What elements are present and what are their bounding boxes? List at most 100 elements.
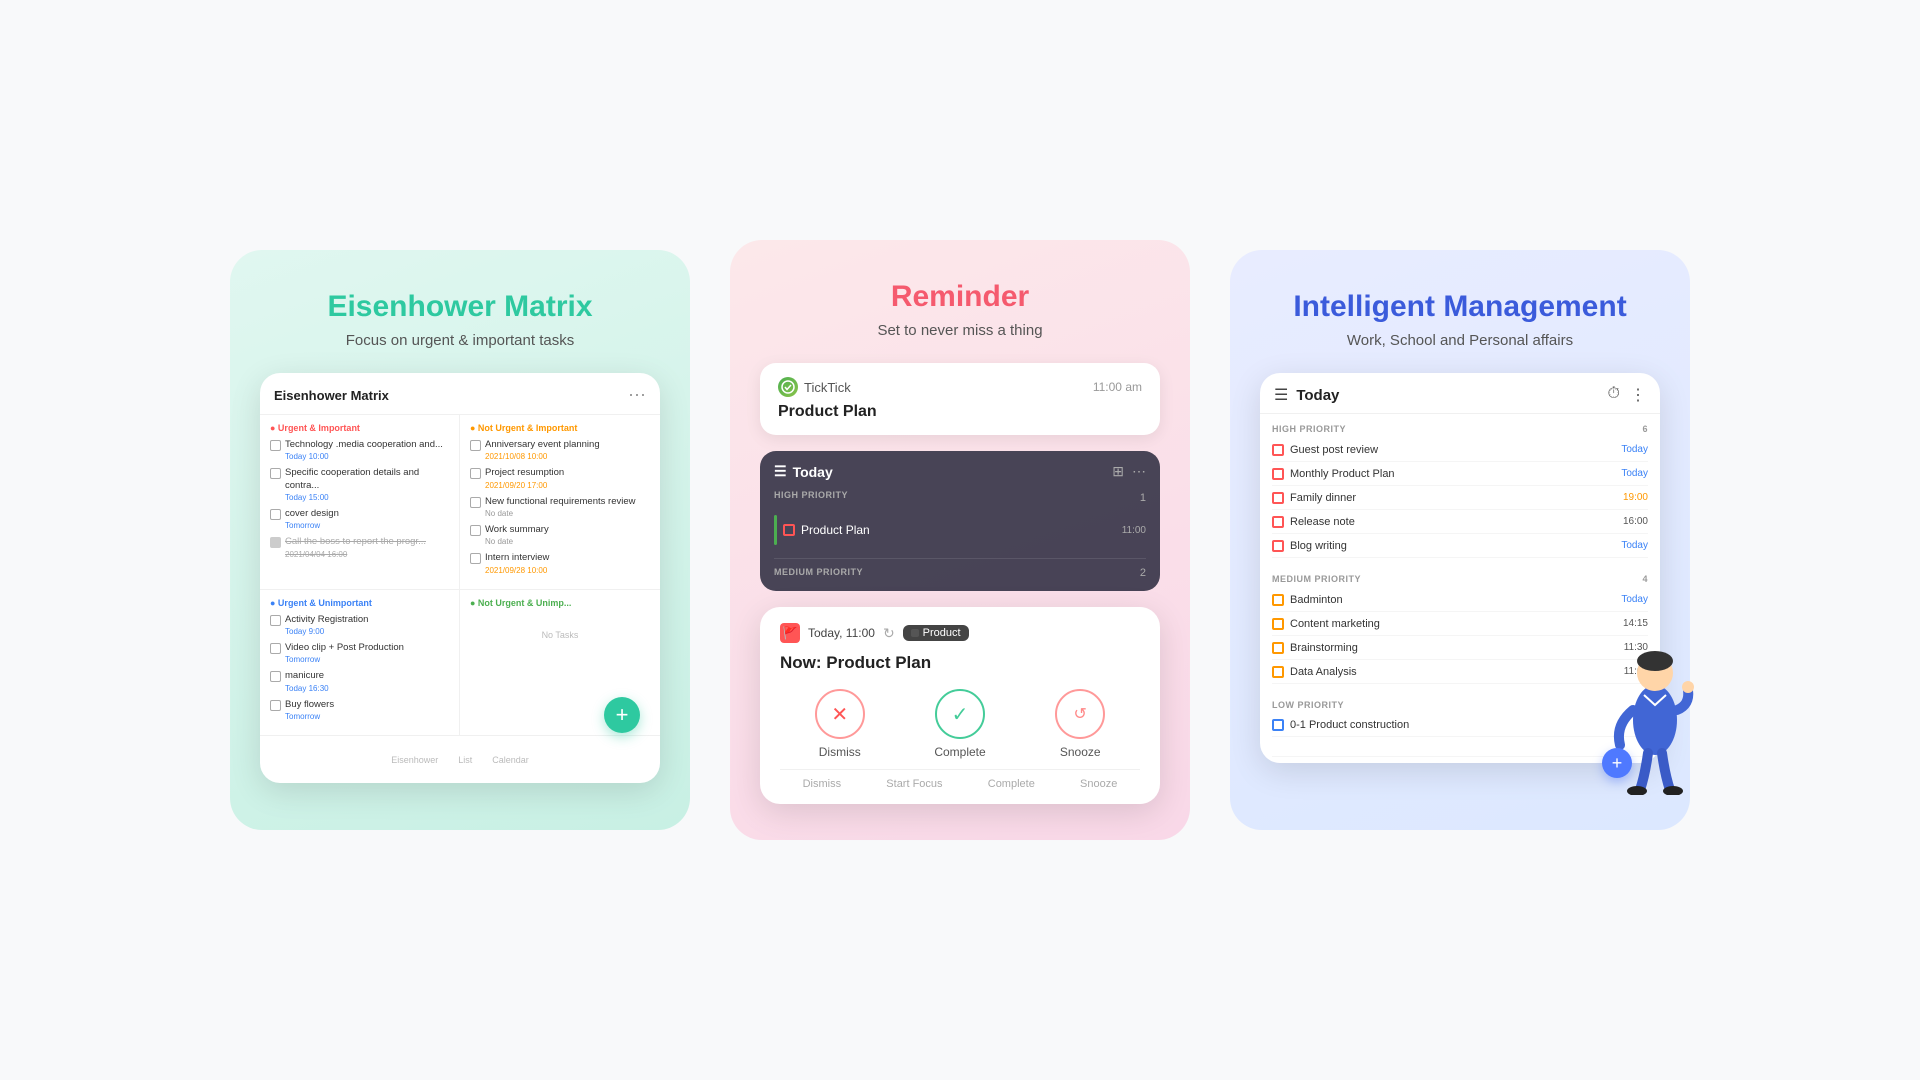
- table-row: Video clip + Post Production Tomorrow: [270, 642, 449, 664]
- reminder-card: Reminder Set to never miss a thing TickT…: [730, 240, 1190, 840]
- task-date: 2021/09/20 17:00: [485, 481, 564, 490]
- task-checkbox[interactable]: [270, 700, 281, 711]
- task-checkbox[interactable]: [470, 553, 481, 564]
- notification-card: TickTick 11:00 am Product Plan: [760, 363, 1160, 435]
- phone-title: Eisenhower Matrix: [274, 388, 389, 403]
- task-checkbox[interactable]: [270, 440, 281, 451]
- q4-label: ● Not Urgent & Unimp...: [470, 598, 650, 608]
- task-date: 2021/09/28 10:00: [485, 566, 549, 575]
- task-name: Technology .media cooperation and...: [285, 439, 443, 451]
- table-row: Anniversary event planning 2021/10/08 10…: [470, 439, 650, 461]
- task-date: Tomorrow: [285, 712, 334, 721]
- hamburger-icon: ☰: [774, 463, 787, 480]
- complete-label: Complete: [934, 745, 985, 759]
- task-checkbox[interactable]: [470, 468, 481, 479]
- grid-icon[interactable]: ⊞: [1112, 463, 1124, 480]
- task-name: New functional requirements review: [485, 496, 635, 508]
- task-date: 2021/10/08 10:00: [485, 452, 600, 461]
- task-time: Today: [1621, 539, 1648, 552]
- table-row: Technology .media cooperation and... Tod…: [270, 439, 449, 461]
- task-flag-red[interactable]: [1272, 444, 1284, 456]
- task-bar-indicator: [774, 515, 777, 545]
- task-time: 16:00: [1623, 515, 1648, 528]
- snooze-action[interactable]: ↺ Snooze: [1055, 689, 1105, 759]
- bottom-dismiss[interactable]: Dismiss: [803, 778, 842, 790]
- notif-app: TickTick: [778, 377, 851, 397]
- table-row: Activity Registration Today 9:00: [270, 614, 449, 636]
- table-row: Buy flowers Tomorrow: [270, 699, 449, 721]
- table-row: Blog writing Today: [1272, 534, 1648, 558]
- table-row: Call the boss to report the progr... 202…: [270, 536, 449, 558]
- task-checkbox[interactable]: [270, 615, 281, 626]
- intelligent-phone: ☰ Today ⏱ ⋮ HIGH PRIORITY 6 Guest post: [1260, 373, 1660, 763]
- task-left: Data Analysis: [1272, 666, 1357, 678]
- dismiss-circle: ✕: [815, 689, 865, 739]
- dismiss-action[interactable]: ✕ Dismiss: [815, 689, 865, 759]
- medium-priority-label: MEDIUM PRIORITY: [774, 567, 863, 579]
- mgmt-phone-header: ☰ Today ⏱ ⋮: [1260, 373, 1660, 414]
- task-time: 19:00: [1623, 491, 1648, 504]
- widget-task-check[interactable]: [783, 524, 795, 536]
- table-row: Release note 16:00: [1272, 510, 1648, 534]
- task-flag-orange[interactable]: [1272, 618, 1284, 630]
- widget-divider: [774, 558, 1146, 559]
- task-checkbox-done[interactable]: [270, 537, 281, 548]
- eisenhower-title: Eisenhower Matrix: [327, 290, 592, 324]
- bottom-focus[interactable]: Start Focus: [886, 778, 942, 790]
- table-row: Project resumption 2021/09/20 17:00: [470, 467, 650, 489]
- alert-flag-icon: 🚩: [780, 623, 800, 643]
- more-icon[interactable]: ⋯: [1132, 463, 1146, 480]
- snooze-label: Snooze: [1060, 745, 1101, 759]
- high-priority-header: HIGH PRIORITY 6: [1272, 424, 1648, 434]
- task-checkbox[interactable]: [270, 671, 281, 682]
- task-flag-orange[interactable]: [1272, 666, 1284, 678]
- task-flag-red[interactable]: [1272, 516, 1284, 528]
- timer-icon[interactable]: ⏱: [1608, 385, 1620, 405]
- task-name: Release note: [1290, 516, 1355, 528]
- task-time: Today: [1621, 443, 1648, 456]
- hamburger-icon[interactable]: ☰: [1274, 385, 1288, 405]
- widget-task-name: Product Plan: [801, 523, 870, 537]
- task-flag-orange[interactable]: [1272, 642, 1284, 654]
- task-left: Blog writing: [1272, 540, 1347, 552]
- task-time: 14:15: [1623, 617, 1648, 630]
- task-checkbox[interactable]: [270, 509, 281, 520]
- bottom-snooze[interactable]: Snooze: [1080, 778, 1117, 790]
- more-icon[interactable]: ⋮: [1630, 385, 1646, 405]
- task-flag-orange[interactable]: [1272, 594, 1284, 606]
- add-task-fab[interactable]: +: [1602, 748, 1632, 778]
- widget-high-header: HIGH PRIORITY 1: [774, 490, 1146, 506]
- task-flag-red[interactable]: [1272, 492, 1284, 504]
- task-left: Release note: [1272, 516, 1355, 528]
- alert-task-title: Now: Product Plan: [780, 653, 1140, 673]
- complete-action[interactable]: ✓ Complete: [934, 689, 985, 759]
- task-checkbox[interactable]: [270, 468, 281, 479]
- q1-label: ● Urgent & Important: [270, 423, 449, 433]
- bottom-complete[interactable]: Complete: [988, 778, 1035, 790]
- dots-icon[interactable]: ⋯: [628, 385, 646, 406]
- task-checkbox[interactable]: [270, 643, 281, 654]
- high-priority-section: HIGH PRIORITY 6 Guest post review Today …: [1260, 414, 1660, 564]
- table-row: Content marketing 14:15: [1272, 612, 1648, 636]
- table-row: manicure Today 16:30: [270, 670, 449, 692]
- task-name: Anniversary event planning: [485, 439, 600, 451]
- medium-priority-section: MEDIUM PRIORITY 4 Badminton Today Conten…: [1260, 564, 1660, 690]
- notif-app-name: TickTick: [804, 380, 851, 395]
- eisenhower-phone: Eisenhower Matrix ⋯ ● Urgent & Important…: [260, 373, 660, 783]
- table-row: Work summary No date: [470, 524, 650, 546]
- task-flag-red[interactable]: [1272, 540, 1284, 552]
- task-flag-red[interactable]: [1272, 468, 1284, 480]
- task-flag-blue[interactable]: [1272, 719, 1284, 731]
- table-row: 0-1 Product construction: [1272, 714, 1648, 737]
- medium-count: 4: [1642, 574, 1648, 584]
- task-checkbox[interactable]: [470, 525, 481, 536]
- q3-label: ● Urgent & Unimportant: [270, 598, 449, 608]
- no-tasks-label: No Tasks: [470, 614, 650, 656]
- table-row: Monthly Product Plan Today: [1272, 462, 1648, 486]
- task-name: manicure: [285, 670, 329, 682]
- task-name: Family dinner: [1290, 492, 1356, 504]
- task-date: Today 15:00: [285, 493, 449, 502]
- task-checkbox[interactable]: [470, 497, 481, 508]
- add-task-fab[interactable]: +: [604, 697, 640, 733]
- task-checkbox[interactable]: [470, 440, 481, 451]
